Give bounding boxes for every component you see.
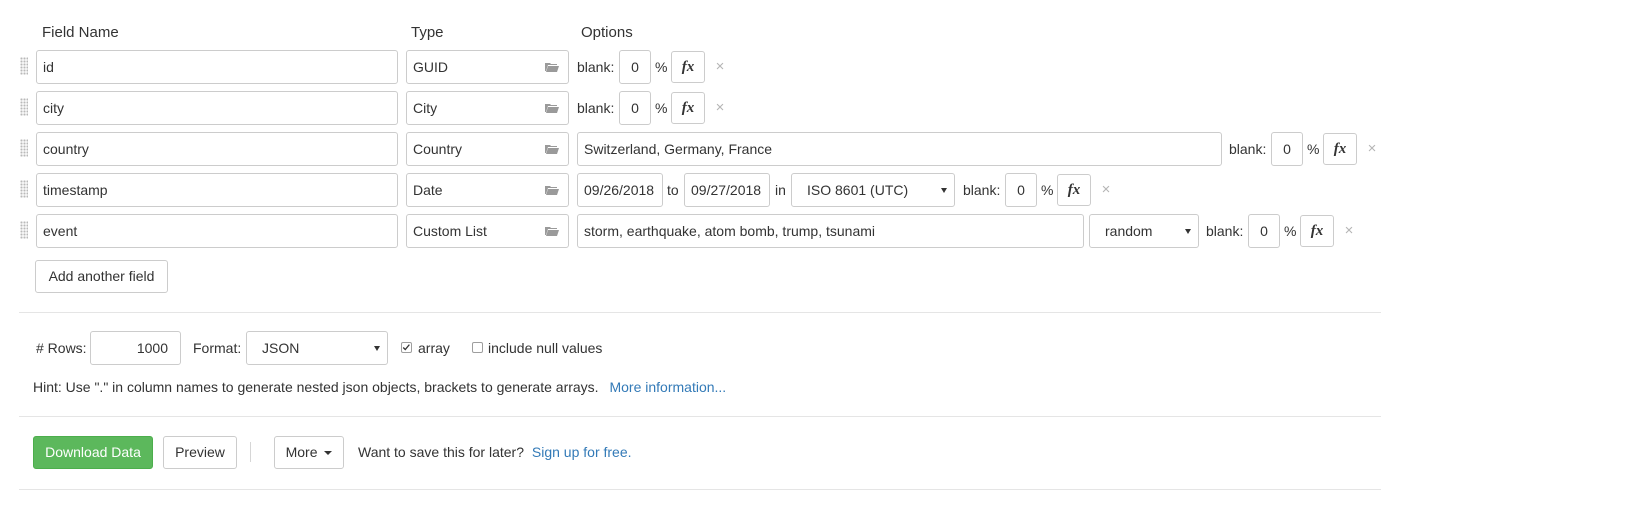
custom-list-mode-select[interactable]: random — [1089, 214, 1199, 248]
type-label: City — [413, 100, 438, 116]
more-label: More — [285, 444, 318, 460]
remove-field-icon[interactable]: × — [714, 91, 726, 125]
remove-field-icon[interactable]: × — [1343, 214, 1355, 248]
type-label: Date — [413, 182, 443, 198]
caret-down-icon — [1185, 229, 1191, 234]
drag-handle-icon[interactable] — [20, 57, 28, 75]
field-name-input[interactable]: timestamp — [36, 173, 398, 207]
date-to-label: to — [667, 182, 679, 198]
formula-button[interactable]: fx — [671, 92, 705, 124]
type-label: GUID — [413, 59, 448, 75]
folder-icon — [545, 145, 559, 154]
field-row-event: event Custom List storm, earthquake, ato… — [0, 214, 1460, 248]
percent-sign: % — [1307, 141, 1320, 157]
formula-button[interactable]: fx — [1300, 215, 1334, 247]
field-name-input[interactable]: id — [36, 50, 398, 84]
download-data-button[interactable]: Download Data — [33, 436, 153, 469]
folder-icon — [545, 104, 559, 113]
field-row-id: id GUID blank: 0 % fx × — [0, 50, 1460, 84]
type-selector[interactable]: Country — [406, 132, 569, 166]
formula-button[interactable]: fx — [671, 51, 705, 83]
hint-text: Hint: Use "." in column names to generat… — [33, 379, 599, 395]
blank-percent-input[interactable]: 0 — [619, 50, 651, 84]
date-from-input[interactable]: 09/26/2018 — [577, 173, 663, 207]
country-values-input[interactable]: Switzerland, Germany, France — [577, 132, 1222, 166]
blank-label: blank: — [1206, 223, 1244, 239]
percent-sign: % — [1041, 182, 1054, 198]
separator — [250, 442, 251, 462]
caret-down-icon — [374, 346, 380, 351]
add-field-button[interactable]: Add another field — [35, 260, 168, 293]
caret-down-icon — [941, 188, 947, 193]
include-null-checkbox[interactable] — [472, 342, 483, 353]
blank-percent-input[interactable]: 0 — [619, 91, 651, 125]
blank-label: blank: — [577, 59, 615, 75]
field-name-input[interactable]: city — [36, 91, 398, 125]
array-label: array — [418, 340, 450, 356]
formula-button[interactable]: fx — [1323, 133, 1357, 165]
field-row-city: city City blank: 0 % fx × — [0, 91, 1460, 125]
blank-percent-input[interactable]: 0 — [1271, 132, 1303, 166]
formula-button[interactable]: fx — [1057, 174, 1091, 206]
drag-handle-icon[interactable] — [20, 98, 28, 116]
format-select[interactable]: JSON — [246, 331, 388, 365]
drag-handle-icon[interactable] — [20, 139, 28, 157]
field-row-timestamp: timestamp Date 09/26/2018 to 09/27/2018 … — [0, 173, 1460, 207]
type-label: Country — [413, 141, 463, 157]
divider — [19, 416, 1381, 417]
date-to-input[interactable]: 09/27/2018 — [684, 173, 770, 207]
blank-percent-input[interactable]: 0 — [1248, 214, 1280, 248]
date-format-select[interactable]: ISO 8601 (UTC) — [791, 173, 955, 207]
blank-label: blank: — [963, 182, 1001, 198]
signup-link[interactable]: Sign up for free. — [532, 444, 632, 460]
caret-down-icon — [324, 451, 333, 456]
percent-sign: % — [655, 100, 668, 116]
save-prompt-text: Want to save this for later? — [358, 444, 524, 460]
blank-percent-input[interactable]: 0 — [1005, 173, 1037, 207]
percent-sign: % — [1284, 223, 1297, 239]
blank-label: blank: — [577, 100, 615, 116]
divider — [19, 489, 1381, 490]
rows-input[interactable]: 1000 — [90, 331, 181, 365]
type-label: Custom List — [413, 223, 487, 239]
date-in-label: in — [775, 182, 786, 198]
type-selector[interactable]: Custom List — [406, 214, 569, 248]
include-null-label: include null values — [488, 340, 603, 356]
header-type: Type — [411, 24, 444, 41]
preview-button[interactable]: Preview — [163, 436, 237, 469]
divider — [19, 312, 1381, 313]
save-prompt: Want to save this for later? Sign up for… — [358, 435, 632, 469]
custom-list-values-input[interactable]: storm, earthquake, atom bomb, trump, tsu… — [577, 214, 1084, 248]
folder-icon — [545, 186, 559, 195]
remove-field-icon[interactable]: × — [1366, 132, 1378, 166]
remove-field-icon[interactable]: × — [714, 50, 726, 84]
rows-label: # Rows: — [36, 340, 87, 356]
type-selector[interactable]: Date — [406, 173, 569, 207]
hint-line: Hint: Use "." in column names to generat… — [33, 370, 726, 404]
format-value: JSON — [262, 340, 300, 356]
type-selector[interactable]: City — [406, 91, 569, 125]
type-selector[interactable]: GUID — [406, 50, 569, 84]
field-name-input[interactable]: country — [36, 132, 398, 166]
remove-field-icon[interactable]: × — [1100, 173, 1112, 207]
more-button[interactable]: More — [274, 436, 344, 469]
percent-sign: % — [655, 59, 668, 75]
folder-icon — [545, 227, 559, 236]
header-options: Options — [581, 24, 633, 41]
custom-list-mode-value: random — [1105, 223, 1153, 239]
field-name-input[interactable]: event — [36, 214, 398, 248]
header-field-name: Field Name — [42, 24, 119, 41]
drag-handle-icon[interactable] — [20, 180, 28, 198]
format-label: Format: — [193, 340, 242, 356]
date-format-value: ISO 8601 (UTC) — [807, 182, 909, 198]
blank-label: blank: — [1229, 141, 1267, 157]
more-information-link[interactable]: More information... — [609, 379, 726, 395]
folder-icon — [545, 63, 559, 72]
array-checkbox[interactable] — [401, 342, 412, 353]
field-row-country: country Country Switzerland, Germany, Fr… — [0, 132, 1460, 166]
checkmark-icon — [402, 344, 410, 351]
drag-handle-icon[interactable] — [20, 221, 28, 239]
